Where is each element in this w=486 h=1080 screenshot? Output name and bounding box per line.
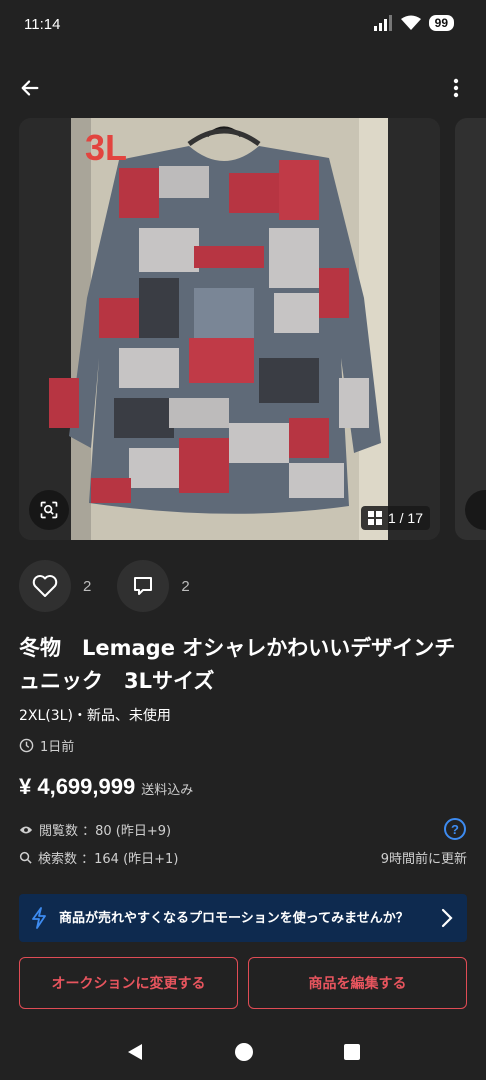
photo-carousel[interactable]: 3L 1 / 17 bbox=[0, 118, 486, 542]
promotion-text: 商品が売れやすくなるプロモーションを使ってみませんか？ bbox=[59, 910, 409, 926]
updated-time: 9時間前に更新 bbox=[380, 852, 467, 867]
like-count: 2 bbox=[83, 577, 92, 595]
more-options-button[interactable] bbox=[440, 72, 472, 104]
nav-back-icon[interactable] bbox=[125, 1042, 145, 1062]
heart-icon bbox=[32, 575, 58, 597]
promo-icon-wrap bbox=[19, 907, 59, 929]
search-count-text: 検索数 ：164 (昨日+1) bbox=[38, 852, 179, 867]
tunic-photo-image: 3L bbox=[19, 118, 440, 540]
status-icons: 99 bbox=[373, 15, 454, 31]
grid-icon bbox=[367, 511, 382, 525]
nav-home-icon[interactable] bbox=[234, 1042, 254, 1062]
action-buttons: オークションに変更する 商品を編集する bbox=[19, 957, 467, 1009]
eye-icon bbox=[19, 826, 33, 833]
price-row: ¥ 4,699,999 送料込み bbox=[19, 774, 193, 800]
clock-icon bbox=[19, 738, 34, 753]
posted-time: 1日前 bbox=[19, 736, 74, 755]
edit-item-button[interactable]: 商品を編集する bbox=[248, 957, 467, 1009]
search-icon bbox=[19, 851, 32, 864]
next-photo-preview[interactable] bbox=[455, 118, 486, 540]
item-title: 冬物 Lemage オシャレかわいいデザインチュニック 3Lサイズ bbox=[19, 636, 456, 693]
lightning-icon bbox=[32, 907, 46, 929]
social-actions: 2 2 bbox=[19, 560, 216, 612]
promo-arrow-wrap bbox=[427, 908, 467, 928]
image-search-button[interactable] bbox=[29, 490, 69, 530]
more-vertical-icon bbox=[453, 78, 459, 98]
top-app-bar bbox=[0, 66, 486, 110]
search-stats: 検索数 ：164 (昨日+1) bbox=[19, 848, 178, 867]
view-stats: 閲覧数 ：80 (昨日+9) bbox=[19, 820, 171, 839]
comment-count: 2 bbox=[181, 577, 190, 595]
promotion-banner[interactable]: 商品が売れやすくなるプロモーションを使ってみませんか？ bbox=[19, 894, 467, 942]
arrow-left-icon bbox=[21, 80, 39, 96]
help-button[interactable]: ? bbox=[444, 818, 466, 840]
change-to-auction-button[interactable]: オークションに変更する bbox=[19, 957, 238, 1009]
battery-indicator: 99 bbox=[428, 15, 454, 31]
signal-icon bbox=[373, 15, 392, 31]
chevron-right-icon bbox=[441, 908, 453, 928]
view-count-text: 閲覧数 ：80 (昨日+9) bbox=[39, 824, 172, 839]
comment-button[interactable] bbox=[117, 560, 170, 612]
like-button[interactable] bbox=[19, 560, 71, 612]
shipping-included: 送料込み bbox=[141, 783, 194, 798]
lens-search-icon bbox=[40, 501, 58, 519]
next-image-search-button[interactable] bbox=[465, 490, 486, 530]
photo-counter: 1 / 17 bbox=[360, 506, 430, 530]
photo-counter-text: 1 / 17 bbox=[387, 510, 423, 526]
comment-icon bbox=[134, 577, 153, 595]
item-price: ¥ 4,699,999 bbox=[19, 774, 136, 799]
item-condition: 2XL(3L)・新品、未使用 bbox=[19, 708, 171, 724]
system-nav-bar bbox=[0, 1024, 486, 1080]
status-time: 11:14 bbox=[24, 16, 61, 33]
back-button[interactable] bbox=[14, 72, 46, 104]
wifi-icon bbox=[400, 15, 421, 30]
posted-time-text: 1日前 bbox=[40, 740, 75, 755]
status-bar: 11:14 99 bbox=[0, 0, 486, 52]
size-overlay-label: 3L bbox=[85, 127, 127, 168]
nav-recents-icon[interactable] bbox=[343, 1043, 361, 1061]
product-photo[interactable]: 3L 1 / 17 bbox=[19, 118, 440, 540]
